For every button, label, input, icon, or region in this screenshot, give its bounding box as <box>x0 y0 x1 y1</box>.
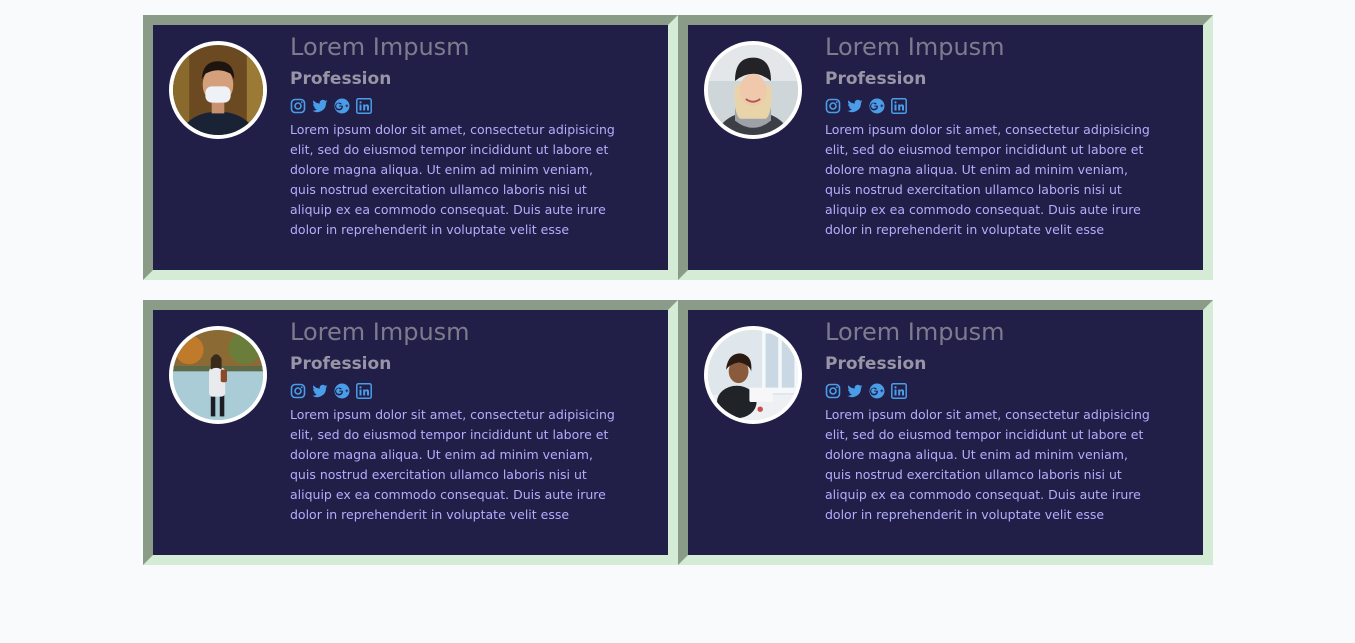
avatar <box>169 41 267 139</box>
twitter-icon[interactable] <box>847 383 863 399</box>
google-plus-icon[interactable] <box>334 98 350 114</box>
profile-profession: Profession <box>290 354 392 374</box>
profile-bio: Lorem ipsum dolor sit amet, consectetur … <box>290 122 615 237</box>
social-links <box>290 382 630 400</box>
social-links <box>825 97 1165 115</box>
profile-card: Lorem Impusm Profession Lorem ipsum dolo… <box>143 300 678 565</box>
google-plus-icon[interactable] <box>869 383 885 399</box>
instagram-icon[interactable] <box>290 383 306 399</box>
avatar <box>169 326 267 424</box>
twitter-icon[interactable] <box>847 98 863 114</box>
profile-name: Lorem Impusm <box>825 33 1005 61</box>
profile-name: Lorem Impusm <box>290 33 470 61</box>
social-links <box>290 97 630 115</box>
profile-info: Lorem Impusm Profession Lorem ipsum dolo… <box>290 32 630 240</box>
profile-card-grid: Lorem Impusm Profession Lorem ipsum dolo… <box>143 15 1213 565</box>
profile-card: Lorem Impusm Profession Lorem ipsum dolo… <box>678 15 1213 280</box>
profile-name: Lorem Impusm <box>290 318 470 346</box>
google-plus-icon[interactable] <box>869 98 885 114</box>
instagram-icon[interactable] <box>825 383 841 399</box>
man-with-face-mask-photo <box>173 45 263 135</box>
profile-profession: Profession <box>825 354 927 374</box>
instagram-icon[interactable] <box>290 98 306 114</box>
twitter-icon[interactable] <box>312 98 328 114</box>
profile-profession: Profession <box>825 69 927 89</box>
profile-info: Lorem Impusm Profession Lorem ipsum dolo… <box>825 317 1165 525</box>
profile-card: Lorem Impusm Profession Lorem ipsum dolo… <box>143 15 678 280</box>
social-links <box>825 382 1165 400</box>
profile-bio: Lorem ipsum dolor sit amet, consectetur … <box>825 407 1150 522</box>
profile-info: Lorem Impusm Profession Lorem ipsum dolo… <box>825 32 1165 240</box>
instagram-icon[interactable] <box>825 98 841 114</box>
profile-profession: Profession <box>290 69 392 89</box>
profile-name: Lorem Impusm <box>825 318 1005 346</box>
profile-bio: Lorem ipsum dolor sit amet, consectetur … <box>290 407 615 522</box>
woman-at-laptop-photo <box>708 330 798 420</box>
linkedin-icon[interactable] <box>891 98 907 114</box>
woman-in-beanie-photo <box>708 45 798 135</box>
linkedin-icon[interactable] <box>891 383 907 399</box>
profile-card: Lorem Impusm Profession Lorem ipsum dolo… <box>678 300 1213 565</box>
avatar <box>704 326 802 424</box>
linkedin-icon[interactable] <box>356 98 372 114</box>
linkedin-icon[interactable] <box>356 383 372 399</box>
avatar <box>704 41 802 139</box>
profile-info: Lorem Impusm Profession Lorem ipsum dolo… <box>290 317 630 525</box>
google-plus-icon[interactable] <box>334 383 350 399</box>
woman-walking-in-park-photo <box>173 330 263 420</box>
twitter-icon[interactable] <box>312 383 328 399</box>
profile-bio: Lorem ipsum dolor sit amet, consectetur … <box>825 122 1150 237</box>
